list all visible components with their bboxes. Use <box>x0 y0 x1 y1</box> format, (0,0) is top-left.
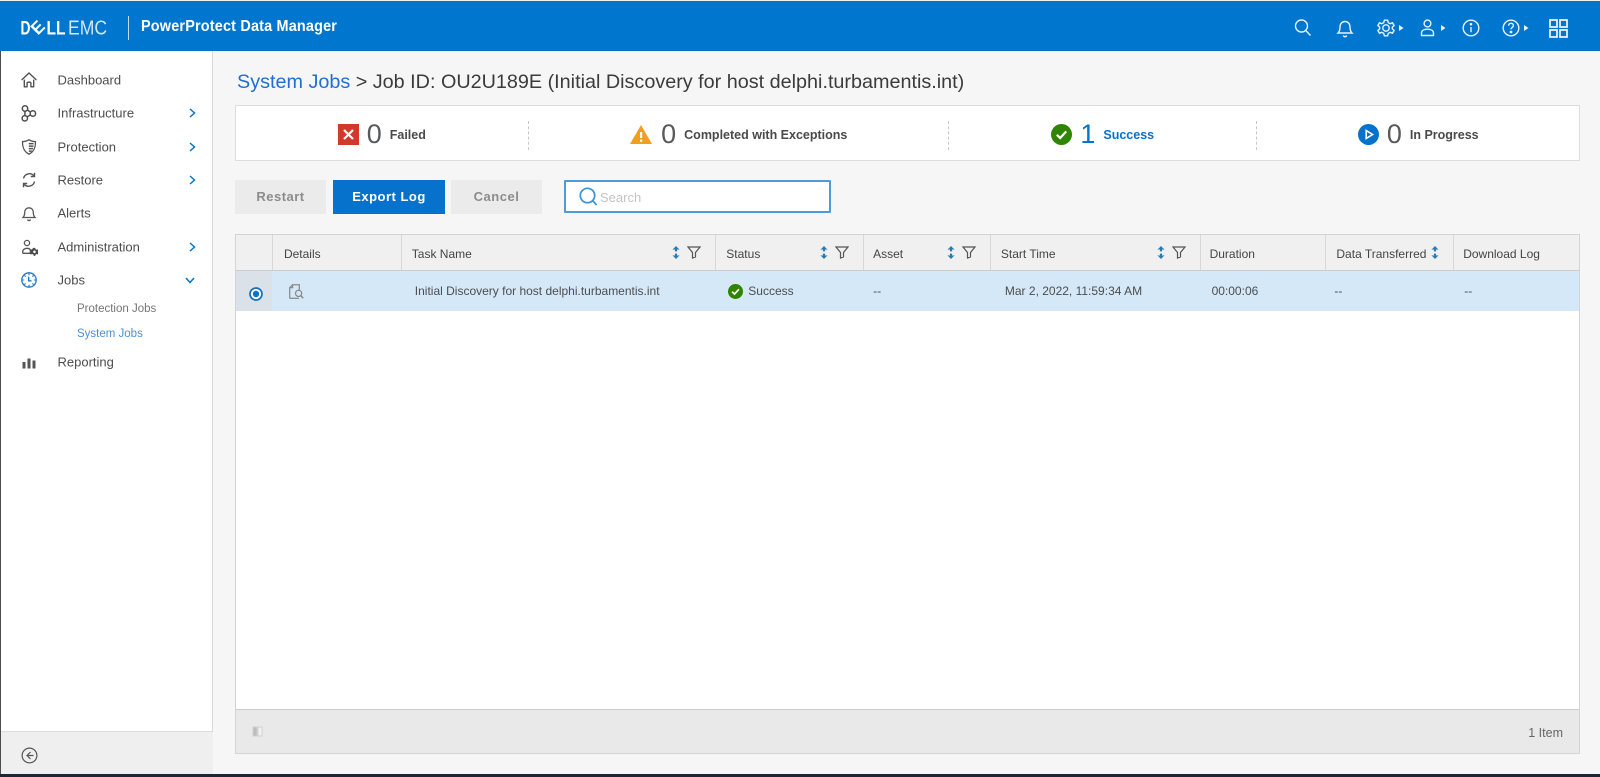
svg-text:EMC: EMC <box>68 18 107 40</box>
svg-text:LL: LL <box>47 18 66 40</box>
